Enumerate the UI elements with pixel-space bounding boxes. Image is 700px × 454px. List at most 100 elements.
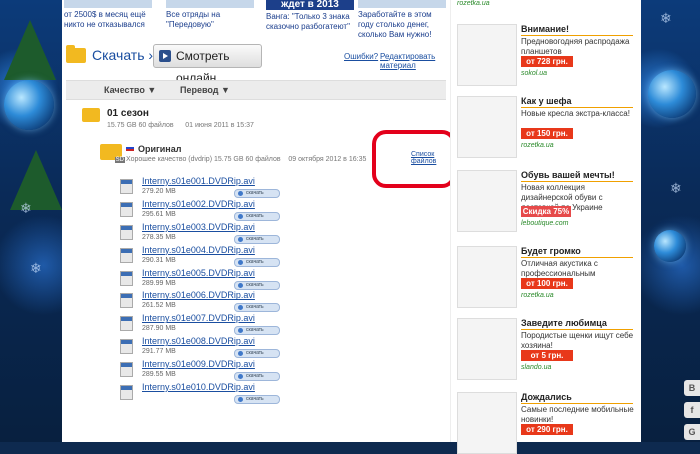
file-download-button[interactable]: скачать [234,303,280,313]
ad-price-badge[interactable]: от 728 грн. [521,56,573,67]
watch-online-button[interactable]: Смотреть онлайн [153,44,262,85]
ornament-ball [4,80,54,130]
ads-sidebar: rozetka.ua Внимание! Предновогодняя распр… [450,0,641,454]
ad-price-badge[interactable]: от 290 грн. [521,424,573,435]
promo-item[interactable]: от 2500$ в месяц ещё никто не отказывалс… [64,0,152,34]
tree-decoration [10,150,62,210]
social-tab-facebook[interactable]: f [684,402,700,418]
action-bar: Скачать › Смотреть онлайн Ошибки? Редакт… [62,44,450,85]
file-name-link[interactable]: Interny.s01e006.DVDRip.avi [142,290,255,300]
snowflake-icon: ❄ [660,10,672,26]
right-decor-background: ❄ ❄ B f G [640,0,700,442]
ad-price-badge[interactable]: от 150 грн. [521,128,573,139]
video-file-icon [120,316,133,332]
file-download-label: скачать [246,258,264,265]
ad-source[interactable]: rozetka.ua [521,142,554,149]
file-name-link[interactable]: Interny.s01e010.DVDRip.avi [142,382,255,392]
errors-link[interactable]: Ошибки? [344,52,378,61]
file-download-button[interactable]: скачать [234,189,280,198]
ad-source[interactable]: rozetka.ua [521,292,554,299]
ad-price-badge[interactable]: Скидка 75% [521,206,571,217]
ad-source[interactable]: leboutique.com [521,220,568,227]
ad-image[interactable] [457,246,517,308]
file-download-button[interactable]: скачать [234,280,280,290]
download-icon [238,282,243,288]
file-name-link[interactable]: Interny.s01e005.DVDRip.avi [142,268,255,278]
chevron-right-icon: › [144,47,154,63]
edit-material-link[interactable]: Редактировать материал [380,52,450,70]
file-size: 287.90 MB [142,325,176,333]
file-list: Interny.s01e001.DVDRip.avi 279.20 MB скача… [120,176,420,405]
file-name-link[interactable]: Interny.s01e008.DVDRip.avi [142,336,255,346]
ad-title[interactable]: Внимание! [521,24,569,34]
ad-price-badge[interactable]: от 100 грн. [521,278,573,289]
file-download-label: скачать [246,281,264,288]
file-download-button[interactable]: скачать [234,326,280,336]
left-decor-background: ❄ ❄ [0,0,62,442]
ad-title[interactable]: Заведите любимца [521,318,607,328]
file-name-link[interactable]: Interny.s01e002.DVDRip.avi [142,199,255,209]
ad-image[interactable] [457,392,517,454]
file-row: Interny.s01e009.DVDRip.avi 289.55 MB скача… [120,359,420,382]
sort-translation[interactable]: Перевод ▼ [180,81,230,99]
ad-description: Породистые щенки ищут себе хозяина! [521,331,634,350]
file-name-link[interactable]: Interny.s01e007.DVDRip.avi [142,313,255,323]
file-download-button[interactable]: скачать [234,349,280,359]
promo-item[interactable]: Все отряды на "Передовую" [166,0,254,34]
season-meta: 15.75 GB 60 файлов 01 июня 2011 в 15:37 [107,122,254,129]
file-download-button[interactable]: скачать [234,395,280,405]
sort-translation-label: Перевод [180,85,219,95]
ad-image[interactable] [457,318,517,380]
ad-source[interactable]: rozetka.ua [457,0,490,7]
file-size: 289.55 MB [142,371,176,379]
download-icon [238,374,243,380]
file-row: Interny.s01e010.DVDRip.avi скачать [120,382,420,405]
video-file-icon [120,362,133,378]
download-button[interactable]: Скачать › [92,47,153,63]
promo-thumbnail [358,0,446,8]
file-download-label: скачать [246,190,264,196]
promo-item[interactable]: Заработайте в этом году столько денег, с… [358,0,446,39]
file-name-link[interactable]: Interny.s01e001.DVDRip.avi [142,176,255,186]
video-file-icon [120,179,133,194]
file-row: Interny.s01e006.DVDRip.avi 261.52 MB скача… [120,290,420,313]
ad-image[interactable] [457,170,517,232]
file-download-button[interactable]: скачать [234,372,280,382]
file-row: Interny.s01e003.DVDRip.avi 278.35 MB скача… [120,222,420,245]
download-icon [238,351,243,357]
ad-title[interactable]: Дождались [521,392,572,402]
file-download-button[interactable]: скачать [234,211,280,221]
file-download-button[interactable]: скачать [234,234,280,244]
tree-decoration [4,20,56,80]
file-name-link[interactable]: Interny.s01e003.DVDRip.avi [142,222,255,232]
file-download-label: скачать [246,373,264,380]
video-file-icon [120,247,133,263]
season-size: 15.75 GB 60 файлов [107,122,174,129]
file-name-link[interactable]: Interny.s01e009.DVDRip.avi [142,359,255,369]
social-tab-google[interactable]: G [684,424,700,440]
play-icon [159,50,171,62]
ad-title[interactable]: Будет громко [521,246,581,256]
file-download-label: скачать [246,235,264,242]
file-download-button[interactable]: скачать [234,257,280,267]
file-download-label: скачать [246,304,264,311]
promo-banner: ждет в 2013 [266,0,354,10]
ad-source[interactable]: slando.ua [521,364,551,371]
ad-title[interactable]: Обувь вашей мечты! [521,170,615,180]
promo-item[interactable]: ждет в 2013 Ванга: "Только 3 знака сказо… [266,0,354,34]
ad-image[interactable] [457,96,517,158]
download-icon [238,397,243,403]
video-file-icon [120,293,133,309]
ad-description: Самые последние мобильные новинки! [521,405,634,424]
ad-divider [521,35,633,36]
ad-image[interactable] [457,24,517,86]
file-row: Interny.s01e002.DVDRip.avi 295.61 MB скача… [120,199,420,222]
ad-description: Новые кресла экстра-класса! [521,109,630,118]
sort-quality[interactable]: Качество ▼ [104,81,156,99]
ad-source[interactable]: sokol.ua [521,70,547,77]
file-name-link[interactable]: Interny.s01e004.DVDRip.avi [142,245,255,255]
social-tab-vk[interactable]: B [684,380,700,396]
ad-price-badge[interactable]: от 5 грн. [521,350,573,361]
file-size: 290.31 MB [142,256,176,264]
ad-title[interactable]: Как у шефа [521,96,572,106]
